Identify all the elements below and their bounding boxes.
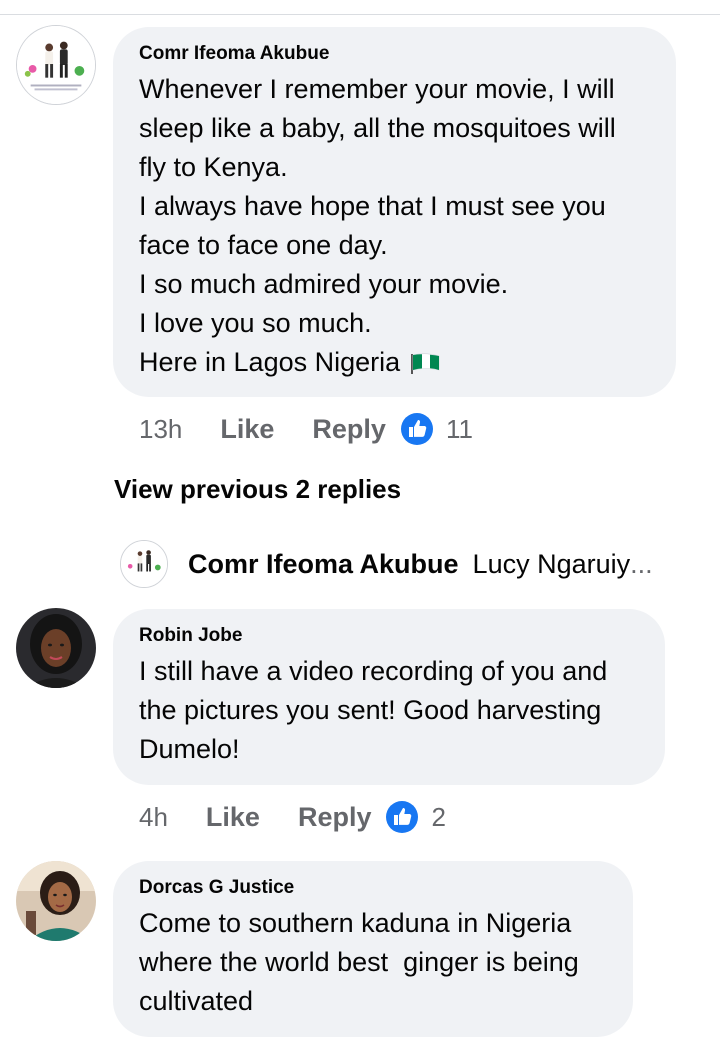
comment-line: I still have a video recording of you an…	[139, 656, 608, 686]
comment-timestamp[interactable]: 4h	[139, 802, 168, 833]
comment-actions: 4h Like Reply 2	[139, 797, 446, 837]
comment-line: face to face one day.	[139, 230, 388, 260]
reply-button[interactable]: Reply	[298, 802, 372, 833]
avatar[interactable]	[120, 540, 168, 588]
comment-line: I so much admired your movie.	[139, 269, 509, 299]
comment-timestamp[interactable]: 13h	[139, 414, 182, 445]
like-reaction-icon[interactable]	[400, 412, 434, 446]
comment-line: the pictures you sent! Good harvesting	[139, 695, 602, 725]
comment-line: where the world best ginger is being	[139, 947, 579, 977]
comment-line: I love you so much.	[139, 308, 372, 338]
reaction-count[interactable]: 2	[431, 802, 445, 833]
avatar[interactable]	[16, 608, 96, 688]
comment-text: Come to southern kaduna in Nigeria where…	[139, 904, 607, 1021]
comment-line: Come to southern kaduna in Nigeria	[139, 908, 572, 938]
reply-preview-text: Lucy Ngaruiy	[472, 548, 631, 579]
nigeria-flag-icon	[408, 352, 442, 374]
comment-author[interactable]: Dorcas G Justice	[139, 876, 607, 900]
reply-preview-author: Comr Ifeoma Akubue	[188, 548, 459, 579]
like-button[interactable]: Like	[220, 414, 274, 445]
comment-line-text: Here in Lagos Nigeria	[139, 347, 401, 377]
top-divider	[0, 14, 720, 15]
comment-line: Whenever I remember your movie, I will	[139, 74, 615, 104]
comment-actions: 13h Like Reply 11	[139, 409, 473, 449]
comment-author[interactable]: Comr Ifeoma Akubue	[139, 42, 650, 66]
reply-button[interactable]: Reply	[312, 414, 386, 445]
comment-bubble: Robin Jobe I still have a video recordin…	[113, 609, 665, 785]
like-reaction-icon[interactable]	[385, 800, 419, 834]
reply-preview[interactable]: Comr Ifeoma Akubue Lucy Ngaruiy...	[120, 538, 680, 590]
reaction-count[interactable]: 11	[446, 414, 473, 445]
comment-line: I always have hope that I must see you	[139, 191, 606, 221]
comment-line: Here in Lagos Nigeria	[139, 343, 650, 382]
like-button[interactable]: Like	[206, 802, 260, 833]
comment-line: fly to Kenya.	[139, 152, 288, 182]
comment-bubble: Dorcas G Justice Come to southern kaduna…	[113, 861, 633, 1037]
comment-text: I still have a video recording of you an…	[139, 652, 639, 769]
comment-bubble: Comr Ifeoma Akubue Whenever I remember y…	[113, 27, 676, 397]
comment-line: cultivated	[139, 986, 254, 1016]
view-previous-replies-link[interactable]: View previous 2 replies	[114, 474, 401, 505]
comment-text: Whenever I remember your movie, I will s…	[139, 70, 650, 382]
comment-author[interactable]: Robin Jobe	[139, 624, 639, 648]
reply-preview-ellipsis: ...	[630, 548, 653, 579]
avatar[interactable]	[16, 861, 96, 941]
comment-line: sleep like a baby, all the mosquitoes wi…	[139, 113, 616, 143]
comment-line: Dumelo!	[139, 734, 240, 764]
avatar[interactable]	[16, 25, 96, 105]
